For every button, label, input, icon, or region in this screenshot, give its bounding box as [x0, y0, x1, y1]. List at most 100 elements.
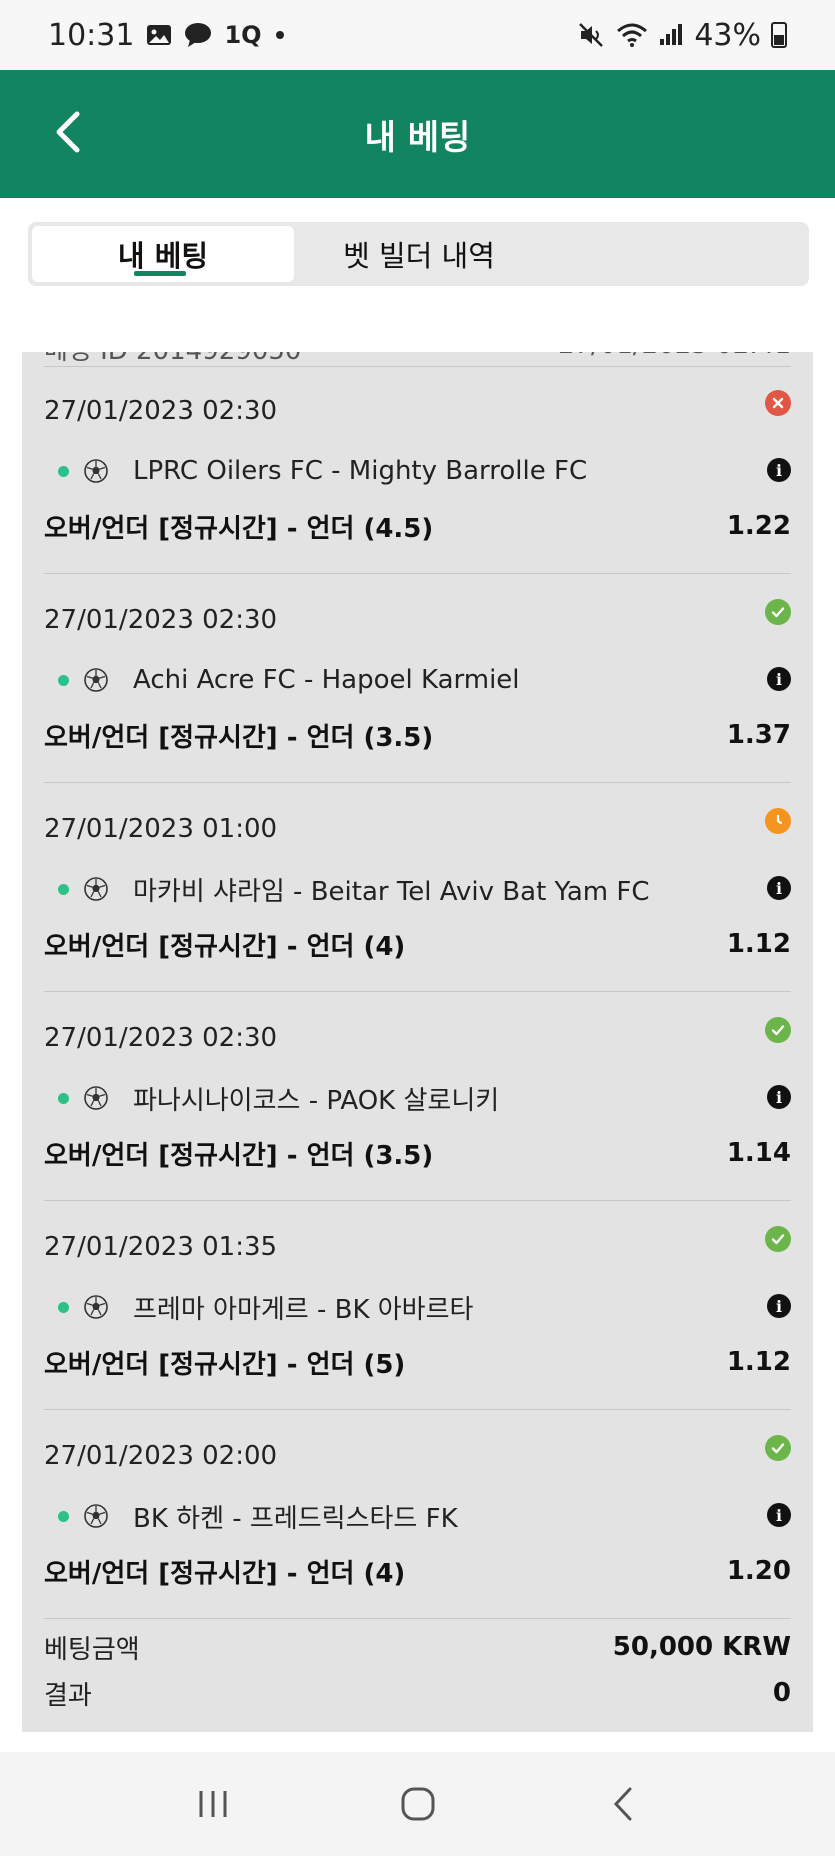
bet-item: 27/01/2023 01:00 마카비 샤라임 - Beitar Tel Avi… [44, 784, 791, 992]
bet-id: 베팅 ID 2014929050 [44, 352, 301, 366]
match-row: 파나시나이코스 - PAOK 살로니키 i [44, 1081, 791, 1116]
match-row: BK 하켄 - 프레드릭스타드 FK i [44, 1499, 791, 1534]
market-selection: 오버/언더 [정규시간] - 언더 (4) [44, 1558, 406, 1589]
bet-item: 27/01/2023 02:30 LPRC Oilers FC - Mighty … [44, 366, 791, 574]
system-back-button[interactable] [583, 1774, 663, 1834]
stake-value: 50,000 KRW [612, 1632, 791, 1662]
check-circle-icon [765, 1017, 791, 1043]
tab-label: 내 베팅 [117, 239, 209, 273]
market-row: 오버/언더 [정규시간] - 언더 (3.5) 1.37 [44, 717, 791, 753]
match-row: 프레마 아마게르 - BK 아바르타 i [44, 1290, 791, 1325]
home-button[interactable] [378, 1774, 458, 1834]
clock-icon [765, 808, 791, 834]
check-circle-icon [765, 599, 791, 625]
status-dot-icon [58, 674, 69, 686]
status-dot-icon [58, 1301, 69, 1313]
market-row: 오버/언더 [정규시간] - 언더 (4.5) 1.22 [44, 508, 791, 544]
wifi-icon [616, 22, 648, 48]
bet-item: 27/01/2023 02:00 BK 하켄 - 프레드릭스타드 FK i 오버/언더… [44, 1411, 791, 1619]
mute-icon [578, 22, 606, 48]
odds-value: 1.12 [726, 929, 791, 959]
chevron-left-icon [56, 111, 80, 153]
match-name: 프레마 아마게르 - BK 아바르타 [133, 1294, 474, 1325]
bet-placed-time: 27/01/2023 02:41 [558, 352, 791, 360]
back-button[interactable] [38, 100, 98, 164]
event-date: 27/01/2023 01:00 [44, 814, 278, 844]
match-name: Achi Acre FC - Hapoel Karmiel [133, 665, 520, 695]
stake-row: 베팅금액 50,000 KRW [44, 1624, 791, 1670]
active-tab-indicator [134, 271, 186, 276]
page-title: 내 베팅 [364, 117, 471, 158]
gallery-icon [146, 23, 172, 47]
match-row: Achi Acre FC - Hapoel Karmiel i [44, 663, 791, 697]
bet-item: 27/01/2023 02:30 Achi Acre FC - Hapoel Ka… [44, 575, 791, 783]
match-row: 마카비 샤라임 - Beitar Tel Aviv Bat Yam FC i [44, 872, 791, 907]
clock: 10:31 [48, 17, 135, 53]
status-dot-icon [58, 883, 69, 895]
battery-icon [771, 22, 787, 48]
market-selection: 오버/언더 [정규시간] - 언더 (4.5) [44, 513, 434, 544]
bet-id-row: 베팅 ID 2014929050 27/01/2023 02:41 [44, 352, 791, 366]
info-icon[interactable]: i [767, 1294, 791, 1318]
market-row: 오버/언더 [정규시간] - 언더 (3.5) 1.14 [44, 1135, 791, 1171]
notification-1q-icon: 1Q [224, 21, 262, 49]
status-dot-icon [58, 465, 69, 477]
x-circle-icon [765, 390, 791, 416]
bet-slip-details[interactable]: 베팅 ID 2014929050 27/01/2023 02:41 27/01/… [22, 352, 813, 1732]
info-icon[interactable]: i [767, 458, 791, 482]
bet-item: 27/01/2023 01:35 프레마 아마게르 - BK 아바르타 i 오버/언더… [44, 1202, 791, 1410]
bet-item: 27/01/2023 02:30 파나시나이코스 - PAOK 살로니키 i 오버/언… [44, 993, 791, 1201]
result-row: 결과 0 [44, 1670, 791, 1716]
market-row: 오버/언더 [정규시간] - 언더 (4) 1.12 [44, 926, 791, 962]
info-icon[interactable]: i [767, 1085, 791, 1109]
match-name: BK 하켄 - 프레드릭스타드 FK [133, 1503, 458, 1534]
event-date: 27/01/2023 02:30 [44, 1023, 278, 1053]
match-name: 파나시나이코스 - PAOK 살로니키 [133, 1085, 500, 1116]
soccer-ball-icon [83, 1502, 111, 1530]
bet-summary: 베팅금액 50,000 KRW 결과 0 [44, 1624, 791, 1716]
market-selection: 오버/언더 [정규시간] - 언더 (3.5) [44, 1140, 434, 1171]
soccer-ball-icon [83, 1084, 111, 1112]
tab-my-bets[interactable]: 내 베팅 [32, 226, 294, 282]
odds-value: 1.37 [726, 720, 791, 750]
odds-value: 1.12 [726, 1347, 791, 1377]
event-date: 27/01/2023 02:00 [44, 1441, 278, 1471]
battery-percent: 43% [694, 17, 761, 53]
status-bar: 10:31 1Q 43% [0, 0, 835, 70]
match-name: LPRC Oilers FC - Mighty Barrolle FC [133, 456, 588, 486]
info-icon[interactable]: i [767, 876, 791, 900]
recent-apps-button[interactable] [173, 1774, 253, 1834]
soccer-ball-icon [83, 666, 111, 694]
dot-icon [274, 29, 286, 41]
event-date: 27/01/2023 02:30 [44, 605, 278, 635]
chat-icon [184, 22, 212, 48]
odds-value: 1.14 [726, 1138, 791, 1168]
match-name: 마카비 샤라임 - Beitar Tel Aviv Bat Yam FC [133, 876, 650, 907]
recent-apps-icon [199, 1791, 226, 1817]
app-header: 내 베팅 [0, 70, 835, 198]
info-icon[interactable]: i [767, 667, 791, 691]
match-row: LPRC Oilers FC - Mighty Barrolle FC i [44, 454, 791, 488]
result-label: 결과 [44, 1680, 92, 1711]
info-icon[interactable]: i [767, 1503, 791, 1527]
back-icon [613, 1787, 631, 1821]
signal-icon [658, 23, 684, 47]
check-circle-icon [765, 1226, 791, 1252]
status-left: 10:31 1Q [48, 18, 286, 53]
odds-value: 1.22 [726, 511, 791, 541]
soccer-ball-icon [83, 1293, 111, 1321]
tab-label: 벳 빌더 내역 [343, 239, 495, 273]
market-row: 오버/언더 [정규시간] - 언더 (5) 1.12 [44, 1344, 791, 1380]
odds-value: 1.20 [726, 1556, 791, 1586]
home-icon [401, 1787, 434, 1821]
system-nav-bar [0, 1752, 835, 1856]
market-selection: 오버/언더 [정규시간] - 언더 (3.5) [44, 722, 434, 753]
status-right: 43% [578, 18, 787, 53]
event-date: 27/01/2023 02:30 [44, 396, 278, 426]
soccer-ball-icon [83, 457, 111, 485]
market-selection: 오버/언더 [정규시간] - 언더 (5) [44, 1349, 406, 1380]
tab-bet-builder-history[interactable]: 벳 빌더 내역 [294, 226, 544, 282]
result-value: 0 [772, 1678, 791, 1708]
market-selection: 오버/언더 [정규시간] - 언더 (4) [44, 931, 406, 962]
tab-bar: 내 베팅 벳 빌더 내역 [28, 222, 809, 286]
